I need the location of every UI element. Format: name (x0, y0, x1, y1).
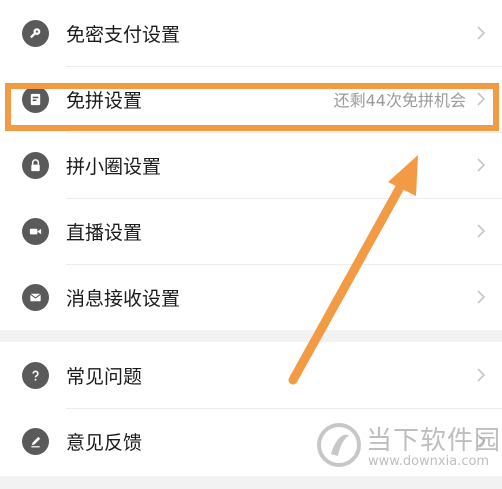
chevron-right-icon (476, 157, 486, 173)
settings-item-label: 免拼设置 (66, 89, 143, 112)
settings-group-1: 免密支付设置 免拼设置 还剩44次免拼机会 拼小圈设置 直播设置 消息接收设置 (0, 0, 502, 330)
watermark-url: www.downxia.com (368, 454, 490, 469)
chevron-right-icon (476, 289, 486, 305)
chevron-right-icon (476, 367, 486, 383)
card-icon (22, 85, 49, 113)
settings-item-payment-without-password[interactable]: 免密支付设置 (0, 0, 502, 66)
settings-item-label: 意见反馈 (66, 431, 143, 454)
key-icon (22, 19, 49, 47)
settings-item-message[interactable]: 消息接收设置 (0, 264, 502, 330)
settings-item-faq[interactable]: 常见问题 (0, 342, 502, 408)
settings-item-free-group-buy[interactable]: 免拼设置 还剩44次免拼机会 (0, 66, 502, 132)
video-camera-icon (22, 217, 49, 245)
watermark: 当下软件园 www.downxia.com (316, 418, 502, 482)
watermark-logo-icon (317, 423, 361, 467)
watermark-title: 当下软件园 (366, 426, 502, 456)
pencil-icon (22, 427, 49, 455)
remaining-count-text: 还剩44次免拼机会 (333, 91, 466, 110)
settings-item-circle[interactable]: 拼小圈设置 (0, 132, 502, 198)
question-icon (22, 361, 49, 389)
lock-icon (22, 151, 49, 179)
chevron-right-icon (476, 25, 486, 41)
chevron-right-icon (476, 223, 486, 239)
settings-item-label: 拼小圈设置 (66, 155, 162, 178)
settings-item-label: 消息接收设置 (66, 287, 181, 310)
settings-item-label: 直播设置 (66, 221, 143, 244)
settings-item-label: 免密支付设置 (66, 23, 181, 46)
mail-icon (22, 283, 49, 311)
settings-item-label: 常见问题 (66, 365, 143, 388)
settings-item-live[interactable]: 直播设置 (0, 198, 502, 264)
chevron-right-icon (476, 91, 486, 107)
